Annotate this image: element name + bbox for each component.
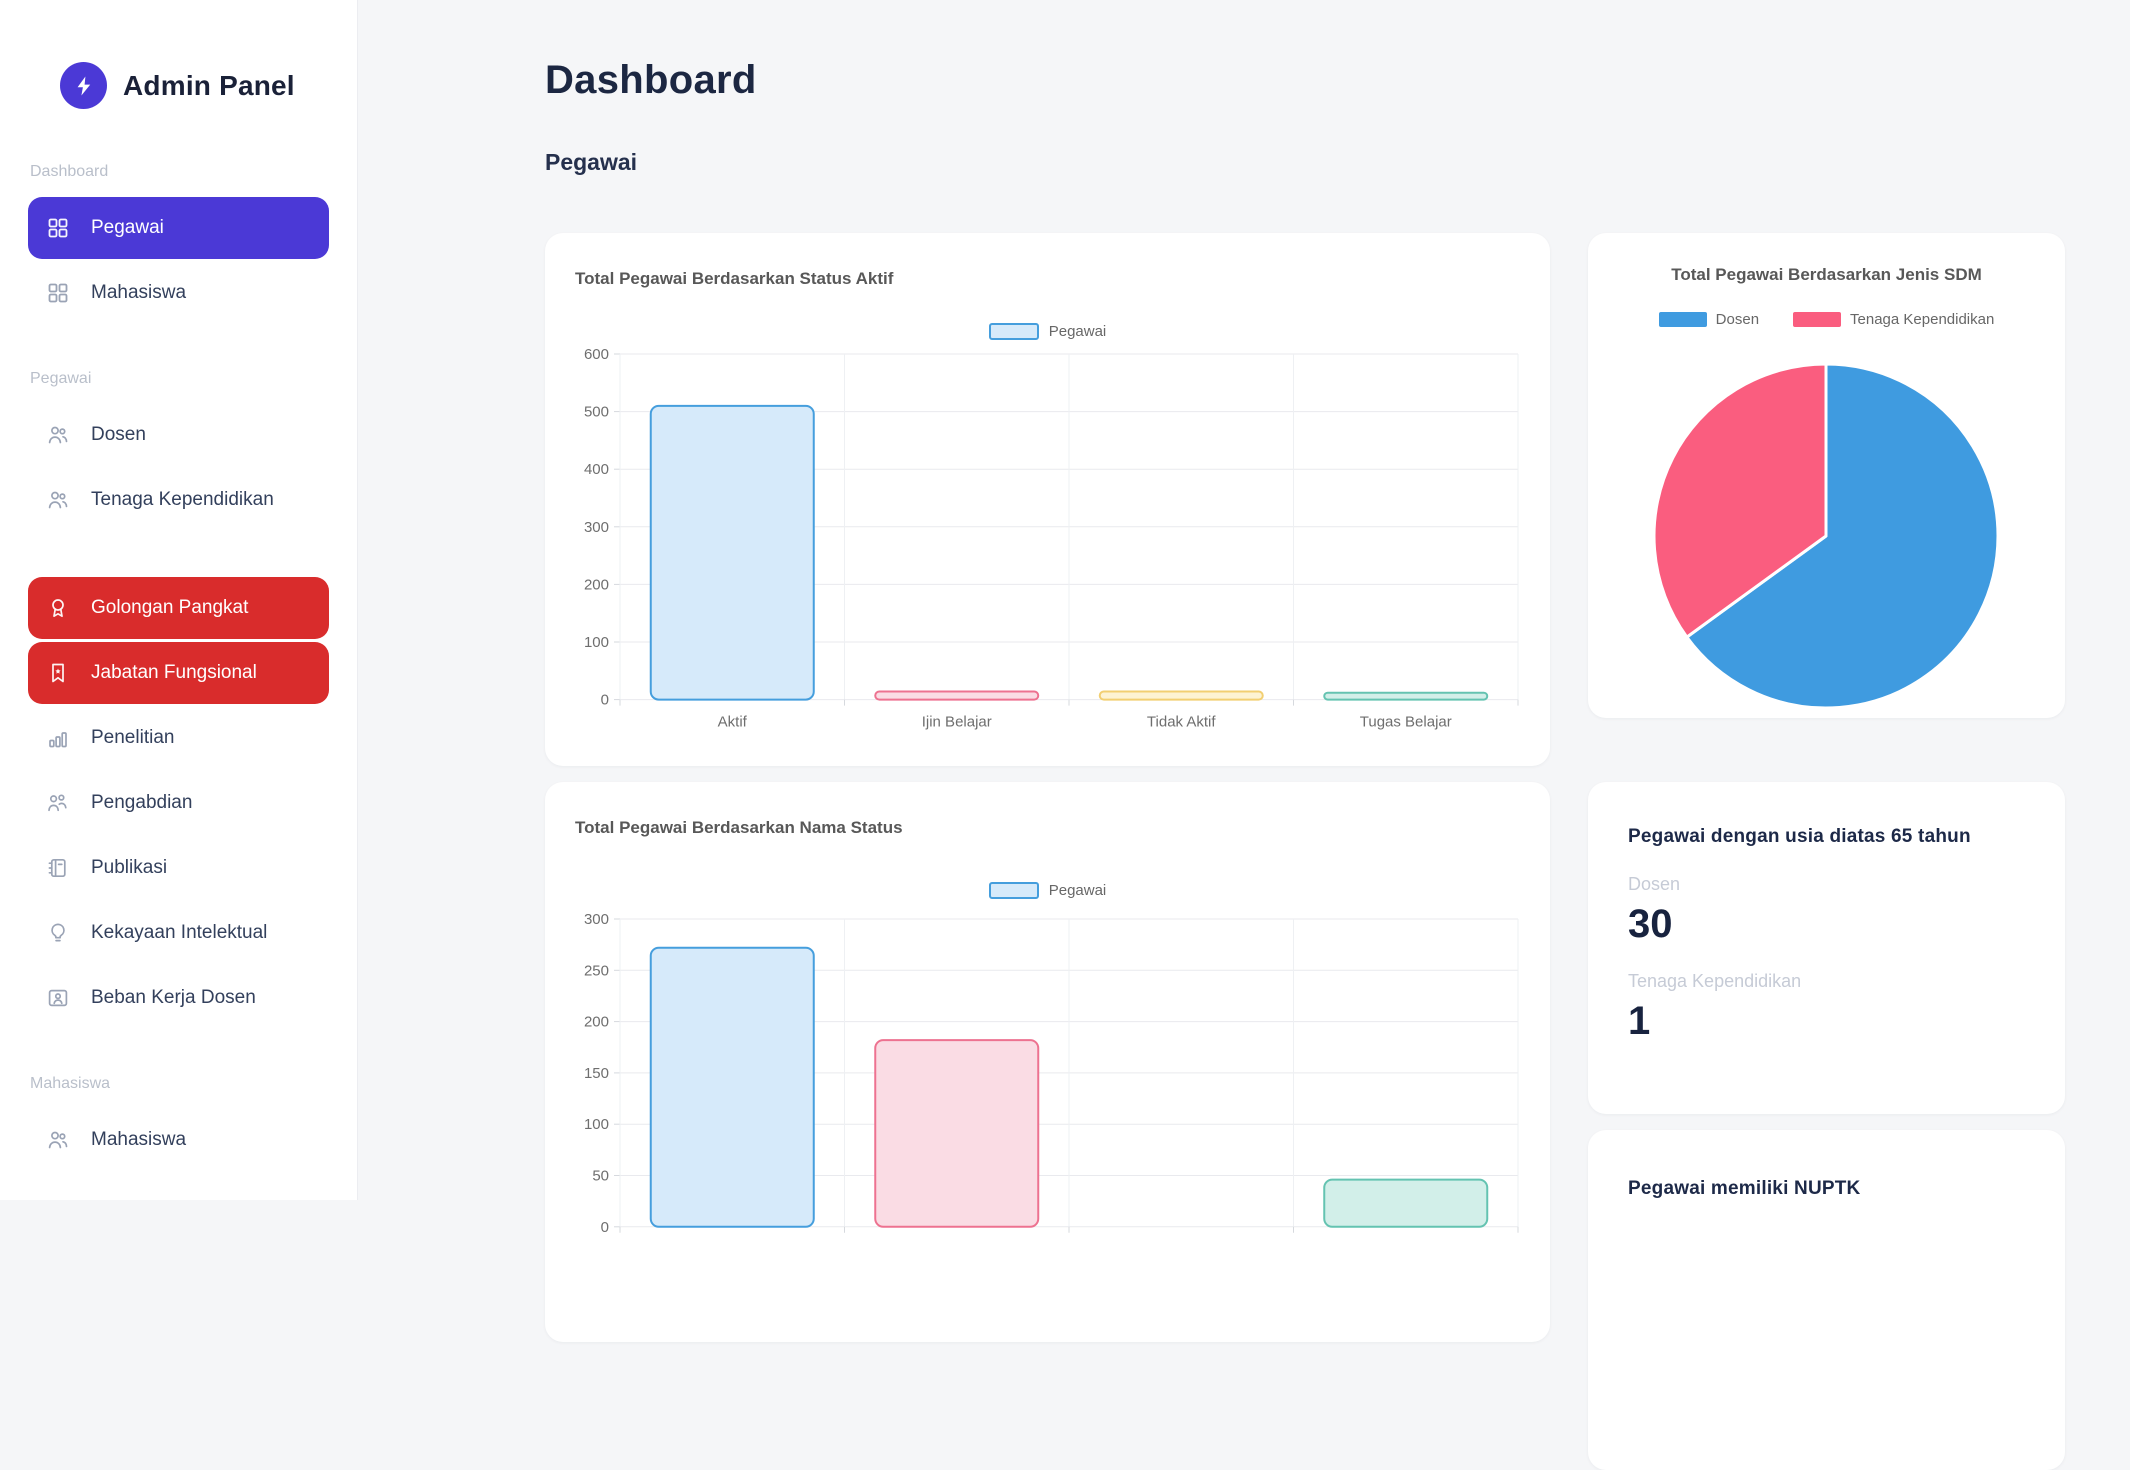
- sidebar-item-label: Pengabdian: [91, 792, 192, 814]
- users-icon: [44, 1127, 71, 1154]
- svg-text:100: 100: [584, 1116, 609, 1133]
- card-chart-status-aktif: Total Pegawai Berdasarkan Status Aktif P…: [545, 233, 1550, 766]
- stat-value-tenaga-kependidikan: 1: [1628, 1000, 2025, 1042]
- legend-label-tenaga-kependidikan: Tenaga Kependidikan: [1850, 311, 1994, 328]
- notebook-icon: [44, 855, 71, 882]
- grid-icon: [44, 215, 71, 242]
- logo[interactable]: Admin Panel: [0, 0, 357, 109]
- svg-text:300: 300: [584, 519, 609, 536]
- svg-text:300: 300: [584, 911, 609, 928]
- svg-text:Tugas Belajar: Tugas Belajar: [1360, 714, 1452, 731]
- bar-chart-status-aktif: 600 500 400 300 200 100 0 Aktif Ijin Belajar Tida…: [575, 346, 1520, 738]
- svg-text:Ijin Belajar: Ijin Belajar: [922, 714, 992, 731]
- pie-chart-jenis-sdm: [1620, 360, 2033, 712]
- svg-text:400: 400: [584, 461, 609, 478]
- legend-label: Pegawai: [1049, 882, 1107, 899]
- sidebar-item-kekayaan-intelektual[interactable]: Kekayaan Intelektual: [28, 902, 329, 964]
- dashboard-grid: Total Pegawai Berdasarkan Status Aktif P…: [545, 233, 2065, 1470]
- users-icon: [44, 422, 71, 449]
- pie-legend[interactable]: Dosen Tenaga Kependidikan: [1620, 311, 2033, 328]
- sidebar-item-mahasiswa[interactable]: Mahasiswa: [28, 1109, 329, 1171]
- svg-text:200: 200: [584, 1014, 609, 1031]
- logo-bolt-icon: [60, 62, 107, 109]
- section-title-pegawai: Pegawai: [545, 149, 2065, 176]
- svg-text:Tidak Aktif: Tidak Aktif: [1147, 714, 1216, 731]
- chart-title: Total Pegawai Berdasarkan Nama Status: [575, 818, 1520, 838]
- legend-swatch: [989, 882, 1039, 899]
- sidebar-item-dosen[interactable]: Dosen: [28, 404, 329, 466]
- sidebar-item-label: Golongan Pangkat: [91, 597, 248, 619]
- sidebar-item-pegawai-dashboard[interactable]: Pegawai: [28, 197, 329, 259]
- sidebar: Admin Panel Dashboard Pegawai Mahasiswa …: [0, 0, 358, 1200]
- page-title: Dashboard: [545, 58, 2065, 103]
- sidebar-item-label: Publikasi: [91, 857, 167, 879]
- stat-label-dosen: Dosen: [1628, 874, 2025, 895]
- svg-text:50: 50: [592, 1168, 609, 1185]
- id-card-icon: [44, 985, 71, 1012]
- sidebar-item-label: Dosen: [91, 424, 146, 446]
- card-nuptk: Pegawai memiliki NUPTK: [1588, 1130, 2065, 1470]
- sidebar-item-golongan-pangkat[interactable]: Golongan Pangkat: [28, 577, 329, 639]
- sidebar-item-jabatan-fungsional[interactable]: Jabatan Fungsional: [28, 642, 329, 704]
- svg-text:200: 200: [584, 576, 609, 593]
- sidebar-item-tenaga-kependidikan[interactable]: Tenaga Kependidikan: [28, 469, 329, 531]
- lightbulb-icon: [44, 920, 71, 947]
- bar-chart-icon: [44, 725, 71, 752]
- sidebar-item-mahasiswa-dashboard[interactable]: Mahasiswa: [28, 262, 329, 324]
- sidebar-item-beban-kerja-dosen[interactable]: Beban Kerja Dosen: [28, 967, 329, 1029]
- chart-legend-pegawai[interactable]: Pegawai: [575, 882, 1520, 899]
- svg-text:0: 0: [601, 1219, 609, 1236]
- sidebar-item-label: Mahasiswa: [91, 282, 186, 304]
- sidebar-item-label: Jabatan Fungsional: [91, 662, 257, 684]
- sidebar-item-label: Pegawai: [91, 217, 164, 239]
- right-column: Pegawai dengan usia diatas 65 tahun Dose…: [1588, 782, 2065, 1470]
- sidebar-item-label: Penelitian: [91, 727, 174, 749]
- chart-title: Total Pegawai Berdasarkan Status Aktif: [575, 269, 1520, 289]
- grid-icon: [44, 280, 71, 307]
- sidebar-item-label: Tenaga Kependidikan: [91, 489, 274, 511]
- svg-text:600: 600: [584, 346, 609, 363]
- users-icon: [44, 487, 71, 514]
- chart-title: Total Pegawai Berdasarkan Jenis SDM: [1620, 265, 2033, 285]
- card-usia-65: Pegawai dengan usia diatas 65 tahun Dose…: [1588, 782, 2065, 1114]
- stat-value-dosen: 30: [1628, 903, 2025, 945]
- main-content: Dashboard Pegawai Total Pegawai Berdasar…: [358, 0, 2130, 1470]
- svg-text:500: 500: [584, 404, 609, 421]
- sidebar-item-label: Mahasiswa: [91, 1129, 186, 1151]
- bar-chart-nama-status: 300 250 200 150 100 50 0: [575, 911, 1520, 1303]
- chart-legend-pegawai[interactable]: Pegawai: [575, 323, 1520, 340]
- svg-text:100: 100: [584, 634, 609, 651]
- bookmark-star-icon: [44, 660, 71, 687]
- sidebar-item-label: Kekayaan Intelektual: [91, 922, 267, 944]
- legend-label: Pegawai: [1049, 323, 1107, 340]
- card-pie-jenis-sdm: Total Pegawai Berdasarkan Jenis SDM Dose…: [1588, 233, 2065, 718]
- sidebar-section-dashboard: Dashboard: [30, 163, 357, 181]
- svg-text:250: 250: [584, 962, 609, 979]
- sidebar-item-penelitian[interactable]: Penelitian: [28, 707, 329, 769]
- svg-text:150: 150: [584, 1065, 609, 1082]
- sidebar-item-label: Beban Kerja Dosen: [91, 987, 256, 1009]
- medal-icon: [44, 595, 71, 622]
- sidebar-section-pegawai: Pegawai: [30, 370, 357, 388]
- card-title: Pegawai dengan usia diatas 65 tahun: [1628, 826, 2025, 848]
- user-group-icon: [44, 790, 71, 817]
- card-chart-nama-status: Total Pegawai Berdasarkan Nama Status Pe…: [545, 782, 1550, 1342]
- app-title: Admin Panel: [123, 70, 295, 102]
- legend-label-dosen: Dosen: [1716, 311, 1759, 328]
- sidebar-section-mahasiswa: Mahasiswa: [30, 1075, 357, 1093]
- svg-text:0: 0: [601, 692, 609, 709]
- card-title: Pegawai memiliki NUPTK: [1628, 1178, 2025, 1200]
- legend-swatch-dosen: [1659, 312, 1707, 327]
- svg-text:Aktif: Aktif: [718, 714, 748, 731]
- stat-label-tenaga-kependidikan: Tenaga Kependidikan: [1628, 971, 2025, 992]
- legend-swatch: [989, 323, 1039, 340]
- sidebar-item-pengabdian[interactable]: Pengabdian: [28, 772, 329, 834]
- sidebar-item-publikasi[interactable]: Publikasi: [28, 837, 329, 899]
- legend-swatch-tenaga-kependidikan: [1793, 312, 1841, 327]
